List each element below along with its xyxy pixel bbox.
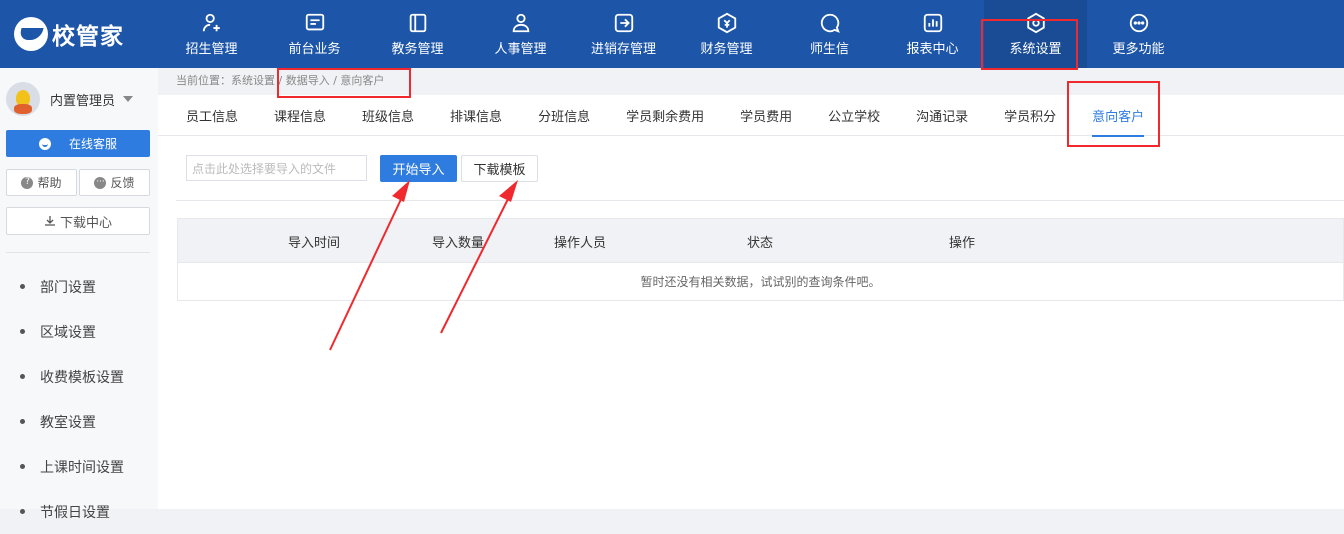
nav-label: 报表中心 xyxy=(906,41,959,57)
top-navigation-bar: 校管家 招生管理 前台业务 教务管理 人事管理 进销存管理 财务管理 师生信 报… xyxy=(0,0,1344,68)
sidebar-menu: 部门设置 区域设置 收费模板设置 教室设置 上课时间设置 节假日设置 xyxy=(20,264,124,534)
logo-text: 校管家 xyxy=(52,24,124,50)
sidebar-item-fee-template[interactable]: 收费模板设置 xyxy=(20,354,124,399)
nav-label: 更多功能 xyxy=(1112,41,1165,57)
feedback-button[interactable]: ··· 反馈 xyxy=(79,169,150,196)
tab-student-fees[interactable]: 学员费用 xyxy=(722,95,810,136)
sidebar-item-class-time[interactable]: 上课时间设置 xyxy=(20,444,124,489)
feedback-label: 反馈 xyxy=(110,176,135,190)
download-center-button[interactable]: 下载中心 xyxy=(6,207,150,235)
nav-label: 进销存管理 xyxy=(590,41,656,57)
sidebar-item-classroom[interactable]: 教室设置 xyxy=(20,399,124,444)
main-nav: 招生管理 前台业务 教务管理 人事管理 进销存管理 财务管理 师生信 报表中心 xyxy=(160,0,1190,68)
nav-item-messaging[interactable]: 师生信 xyxy=(778,0,881,68)
online-service-button[interactable]: 在线客服 xyxy=(6,130,150,157)
app-logo[interactable]: 校管家 xyxy=(14,14,124,54)
tab-communication-records[interactable]: 沟通记录 xyxy=(898,95,986,136)
sidebar-item-region[interactable]: 区域设置 xyxy=(20,309,124,354)
tab-schedule-info[interactable]: 排课信息 xyxy=(432,95,520,136)
tab-public-schools[interactable]: 公立学校 xyxy=(810,95,898,136)
column-header-import-time: 导入时间 xyxy=(288,236,341,251)
nav-label: 师生信 xyxy=(809,41,849,57)
question-icon: ? xyxy=(21,176,34,189)
column-header-status: 状态 xyxy=(747,236,774,251)
money-icon xyxy=(717,12,736,33)
column-header-actions: 操作 xyxy=(949,236,976,251)
tab-prospective-customers[interactable]: 意向客户 xyxy=(1074,95,1162,137)
sidebar-item-holiday[interactable]: 节假日设置 xyxy=(20,489,124,534)
download-icon xyxy=(44,216,55,226)
empty-state-text: 暂时还没有相关数据，试试别的查询条件吧。 xyxy=(177,263,1344,301)
monitor-icon xyxy=(305,13,324,30)
nav-item-academic[interactable]: 教务管理 xyxy=(366,0,469,68)
tab-course-info[interactable]: 课程信息 xyxy=(256,95,344,136)
section-divider xyxy=(176,200,1344,201)
avatar xyxy=(6,82,40,116)
breadcrumb: 当前位置：系统设置 / 数据导入 / 意向客户 xyxy=(176,74,385,87)
chevron-down-icon xyxy=(123,96,134,102)
import-history-table: 导入时间 导入数量 操作人员 状态 操作 暂时还没有相关数据，试试别的查询条件吧… xyxy=(177,218,1344,301)
nav-item-finance[interactable]: 财务管理 xyxy=(675,0,778,68)
user-name: 内置管理员 xyxy=(50,93,116,109)
tab-student-points[interactable]: 学员积分 xyxy=(986,95,1074,136)
download-template-button[interactable]: 下载模板 xyxy=(461,155,538,182)
nav-label: 招生管理 xyxy=(185,41,238,57)
column-header-import-count: 导入数量 xyxy=(432,236,485,251)
logo-icon xyxy=(14,17,48,51)
file-select-input[interactable]: 点击此处选择要导入的文件 xyxy=(186,155,367,181)
nav-label: 财务管理 xyxy=(700,41,753,57)
nav-item-more[interactable]: 更多功能 xyxy=(1087,0,1190,68)
column-header-operator: 操作人员 xyxy=(554,236,607,251)
comment-icon: ··· xyxy=(94,176,107,189)
download-center-label: 下载中心 xyxy=(59,215,112,231)
help-button[interactable]: ? 帮助 xyxy=(6,169,77,196)
tab-staff-info[interactable]: 员工信息 xyxy=(168,95,256,136)
nav-label: 教务管理 xyxy=(391,41,444,57)
user-add-icon xyxy=(202,13,220,31)
nav-label: 系统设置 xyxy=(1009,41,1062,57)
tab-student-remaining-fees[interactable]: 学员剩余费用 xyxy=(608,95,722,136)
person-icon xyxy=(512,13,529,32)
user-menu[interactable]: 内置管理员 xyxy=(6,82,134,116)
nav-item-front-desk[interactable]: 前台业务 xyxy=(263,0,366,68)
service-icon xyxy=(38,137,51,150)
chat-icon xyxy=(820,13,840,33)
import-tabs: 员工信息 课程信息 班级信息 排课信息 分班信息 学员剩余费用 学员费用 公立学… xyxy=(158,95,1344,137)
nav-item-enrollment[interactable]: 招生管理 xyxy=(160,0,263,68)
online-service-label: 在线客服 xyxy=(68,137,117,151)
book-icon xyxy=(409,13,426,32)
nav-item-reports[interactable]: 报表中心 xyxy=(881,0,984,68)
chart-icon xyxy=(923,13,942,32)
sidebar-divider xyxy=(6,252,150,253)
table-header: 导入时间 导入数量 操作人员 状态 操作 xyxy=(177,218,1344,263)
nav-item-system-settings[interactable]: 系统设置 xyxy=(984,0,1087,68)
nav-item-inventory[interactable]: 进销存管理 xyxy=(572,0,675,68)
more-icon xyxy=(1129,13,1148,32)
box-arrow-icon xyxy=(614,13,633,32)
settings-icon xyxy=(1026,12,1045,33)
tab-class-assignment[interactable]: 分班信息 xyxy=(520,95,608,136)
nav-label: 前台业务 xyxy=(288,41,341,57)
help-label: 帮助 xyxy=(37,176,62,190)
tab-class-info[interactable]: 班级信息 xyxy=(344,95,432,136)
nav-item-hr[interactable]: 人事管理 xyxy=(469,0,572,68)
sidebar-item-department[interactable]: 部门设置 xyxy=(20,264,124,309)
nav-label: 人事管理 xyxy=(494,41,547,57)
start-import-button[interactable]: 开始导入 xyxy=(380,155,457,182)
